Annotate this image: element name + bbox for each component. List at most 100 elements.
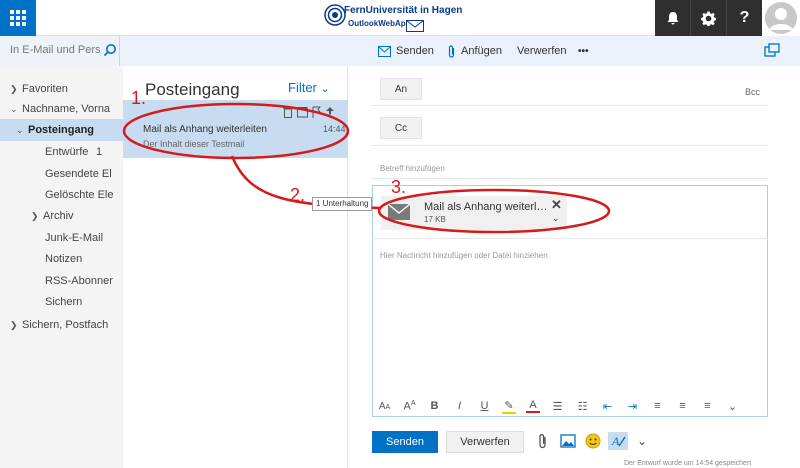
sidebar-item-notes[interactable]: Notizen (45, 248, 121, 270)
avatar[interactable] (762, 0, 800, 36)
more-options-chevron-down-icon[interactable]: ⌄ (637, 434, 647, 448)
attach-paperclip-icon[interactable] (535, 433, 551, 449)
align-right-icon[interactable]: ≡ (695, 400, 720, 412)
grow-font-icon[interactable]: AA (397, 400, 422, 413)
nav-favorites[interactable]: ❯ Favoriten (10, 78, 120, 100)
insert-picture-icon[interactable] (560, 433, 576, 449)
decrease-indent-icon[interactable]: ⇤ (595, 400, 620, 413)
help-button[interactable]: ? (727, 0, 763, 36)
drafts-count-badge: 1 (96, 146, 103, 158)
sidebar-item-inbox[interactable]: ⌄ Posteingang (0, 119, 123, 141)
attach-command-label: Anfügen (461, 45, 502, 57)
chevron-down-icon: ⌄ (320, 83, 330, 95)
sidebar-item-archive[interactable]: ❯ Archiv (31, 205, 121, 227)
formatting-toolbar: AA AA B I U ✎ A ☰ ☷ ⇤ ⇥ ≡ ≡ ≡ ⌄ (372, 395, 768, 417)
increase-indent-icon[interactable]: ⇥ (620, 400, 645, 413)
search-input[interactable]: In E-Mail und Pers… (10, 44, 102, 56)
draft-saved-status: Der Entwurf wurde um 14:54 gespeichert (624, 460, 752, 467)
message-quick-actions (283, 106, 335, 120)
nav-secondary-account[interactable]: ❯ Sichern, Postfach (10, 314, 122, 336)
nav-favorites-label: Favoriten (22, 83, 68, 95)
sidebar-item-drafts[interactable]: Entwürfe 1 (45, 141, 121, 163)
sidebar-item-rss[interactable]: RSS-Abonner (45, 270, 121, 292)
sidebar-item-label: Entwürfe (45, 146, 89, 158)
folder-pane: ❯ Favoriten ⌄ Nachname, Vorna ⌄ Posteingang… (0, 66, 123, 468)
numbered-list-icon[interactable]: ☷ (570, 400, 595, 413)
attachment-chevron-down-icon[interactable]: ⌄ (552, 213, 560, 224)
flag-icon[interactable] (311, 106, 322, 118)
bell-icon (667, 12, 678, 25)
chevron-down-icon: ⌄ (16, 125, 24, 135)
remove-attachment-close-icon[interactable]: ✕ (551, 197, 562, 213)
send-command[interactable]: Senden (378, 36, 434, 66)
chevron-right-icon: ❯ (10, 84, 18, 94)
delete-icon[interactable] (283, 106, 293, 118)
send-button[interactable]: Senden (372, 431, 438, 453)
sidebar-item-junk[interactable]: Junk-E-Mail (45, 227, 121, 249)
cc-button[interactable]: Cc (380, 117, 422, 139)
sidebar-item-label: Posteingang (28, 124, 95, 136)
paperclip-icon (448, 44, 455, 58)
to-label: An (394, 83, 408, 95)
align-center-icon[interactable]: ≡ (670, 400, 695, 412)
sidebar-item-sent[interactable]: Gesendete El (45, 163, 121, 185)
font-size-icon[interactable]: AA (372, 401, 397, 412)
bullet-list-icon[interactable]: ☰ (545, 400, 570, 413)
filter-button[interactable]: Filter ⌄ (288, 80, 330, 95)
format-text-icon[interactable]: A (608, 432, 628, 450)
align-left-icon[interactable]: ≡ (645, 400, 670, 412)
more-formatting-chevron-down-icon[interactable]: ⌄ (720, 400, 745, 413)
pin-icon[interactable] (325, 106, 335, 118)
chevron-down-icon: ⌄ (10, 104, 18, 114)
message-preview: Der Inhalt dieser Testmail (143, 139, 245, 149)
discard-command-label: Verwerfen (517, 45, 567, 57)
bcc-link[interactable]: Bcc (745, 87, 760, 97)
top-bar: FernUniversität in Hagen OutlookWebApp ? (0, 0, 800, 36)
archive-icon[interactable] (297, 106, 308, 118)
emoji-icon[interactable] (585, 433, 601, 449)
more-commands-button[interactable]: ••• (578, 36, 589, 66)
highlight-icon[interactable]: ✎ (502, 399, 516, 414)
sidebar-item-backup[interactable]: Sichern (45, 291, 121, 313)
chevron-right-icon: ❯ (31, 211, 39, 221)
discard-button[interactable]: Verwerfen (446, 431, 524, 453)
drag-tooltip: 1 Unterhaltung (312, 197, 373, 211)
divider (372, 105, 768, 106)
divider (372, 145, 768, 146)
more-icon: ••• (578, 45, 589, 57)
message-subject: Mail als Anhang weiterleiten (143, 124, 267, 135)
search-box[interactable]: In E-Mail und Pers… (0, 36, 120, 66)
attach-command[interactable]: Anfügen (447, 36, 502, 66)
message-list-title: Posteingang (145, 80, 240, 99)
user-avatar-icon (765, 2, 797, 34)
subject-input[interactable]: Betreff hinzufügen (380, 164, 445, 173)
annotation-step-3: 3. (391, 177, 407, 197)
underline-icon[interactable]: U (472, 400, 497, 412)
settings-button[interactable] (691, 0, 727, 36)
divider (372, 178, 768, 179)
discard-command[interactable]: Verwerfen (517, 36, 567, 66)
nav-account[interactable]: ⌄ Nachname, Vorna (10, 98, 122, 120)
university-logo-icon (324, 4, 346, 26)
sidebar-item-deleted[interactable]: Gelöschte Ele (45, 184, 121, 206)
to-button[interactable]: An (380, 78, 422, 100)
italic-icon[interactable]: I (447, 400, 472, 412)
notifications-button[interactable] (655, 0, 691, 36)
popout-icon[interactable] (764, 42, 780, 58)
app-launcher-button[interactable] (0, 0, 36, 36)
sidebar-item-label: Archiv (43, 210, 74, 222)
divider (372, 238, 768, 239)
brand-title: FernUniversität in Hagen (344, 5, 463, 16)
font-color-icon[interactable]: A (526, 399, 540, 413)
gear-icon (701, 10, 716, 26)
message-time: 14:44 (323, 124, 346, 134)
mail-icon (406, 20, 424, 32)
search-icon[interactable] (103, 43, 117, 57)
bold-icon[interactable]: B (422, 400, 447, 412)
help-icon: ? (739, 9, 750, 26)
body-placeholder: Hier Nachricht hinzufügen oder Datei hin… (380, 251, 548, 260)
send-icon (378, 45, 391, 57)
sidebar-item-label: Gelöschte Ele (45, 189, 114, 201)
brand-subtitle: OutlookWebApp (348, 19, 411, 28)
annotation-step-2: 2. (290, 185, 306, 205)
